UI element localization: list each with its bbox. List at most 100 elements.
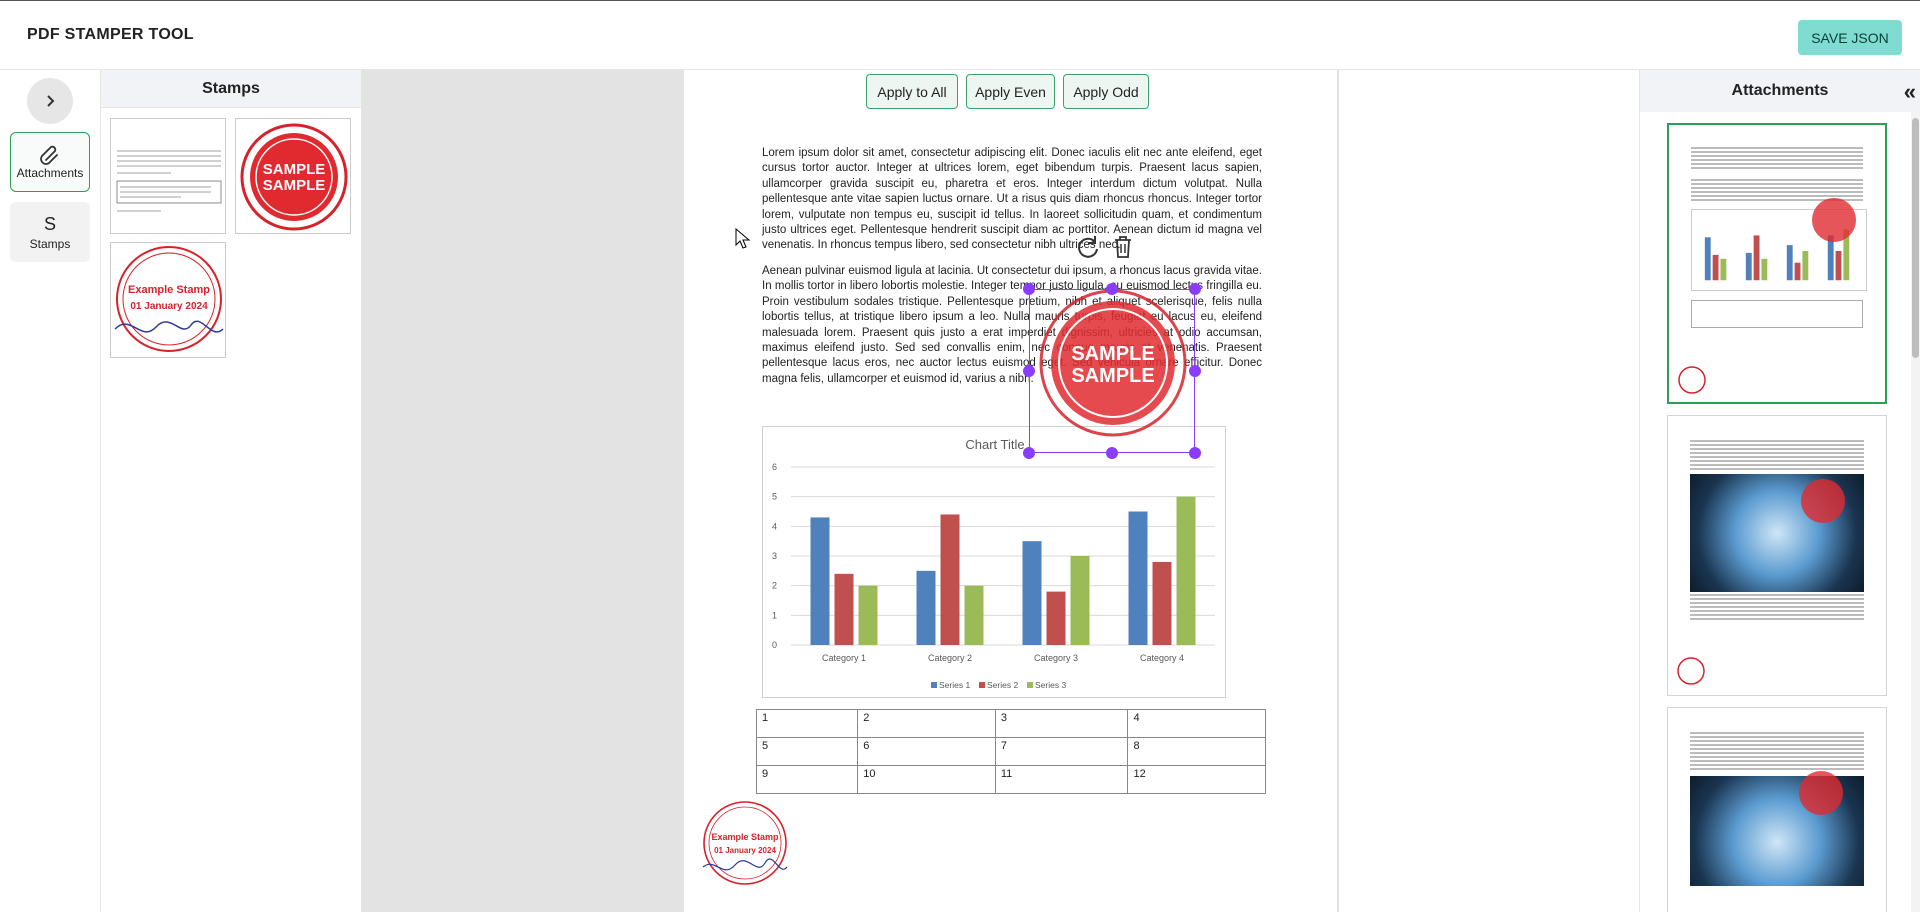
attachments-rail-label: Attachments	[16, 166, 84, 180]
data-table: 1 2 3 4 5 6 7 8 9 10 11 12	[755, 709, 1266, 794]
expand-rail-button[interactable]	[27, 78, 73, 124]
table-cell: 10	[857, 765, 996, 794]
table-row: 5678	[755, 737, 1266, 766]
bar-series-2	[834, 573, 854, 645]
trash-icon[interactable]	[1112, 235, 1134, 259]
sample-seal-icon: SAMPLE SAMPLE	[240, 123, 348, 231]
attachment-page-2[interactable]	[1667, 415, 1887, 696]
bar-series-3	[1070, 556, 1090, 645]
bar-chart: Chart Title 0 1 2 3 4 5 6 Category 1 Category 2 Ca…	[762, 426, 1226, 698]
attachments-rail-button[interactable]: Attachments	[10, 132, 90, 192]
stamp-text-document[interactable]	[110, 118, 226, 234]
bar-series-2	[1046, 591, 1066, 645]
rotate-icon[interactable]	[1075, 234, 1101, 260]
attachments-scrollbar[interactable]	[1911, 112, 1920, 912]
stamp-sample-seal[interactable]: SAMPLE SAMPLE	[235, 118, 351, 234]
chart-svg: Chart Title 0 1 2 3 4 5 6 Category 1 Category 2 Ca…	[772, 437, 1215, 690]
page-stamp-line1: Example Stamp	[711, 832, 779, 842]
mini-date-stamp-icon	[1677, 657, 1705, 685]
apply-odd-button[interactable]: Apply Odd	[1063, 74, 1149, 109]
resize-handle-n[interactable]	[1106, 283, 1118, 295]
resize-handle-sw[interactable]	[1023, 447, 1035, 459]
page-date-stamp[interactable]: Example Stamp 01 January 2024	[701, 799, 789, 887]
attachments-panel: Attachments «	[1639, 70, 1920, 912]
bar-series-2	[940, 514, 960, 645]
page-stamp-line2: 01 January 2024	[714, 846, 776, 855]
mini-sample-stamp-icon	[1812, 198, 1856, 242]
table-cell: 4	[1127, 709, 1266, 738]
seal-line1: SAMPLE	[263, 161, 326, 178]
table-cell: 1	[755, 709, 859, 738]
app-title: PDF STAMPER TOOL	[27, 26, 194, 43]
y-tick-label: 6	[772, 462, 777, 472]
attachment-page-1[interactable]	[1667, 123, 1887, 404]
table-cell: 7	[994, 737, 1129, 766]
table-cell: 5	[755, 737, 859, 766]
resize-handle-se[interactable]	[1189, 447, 1201, 459]
stamp-date[interactable]: Example Stamp 01 January 2024	[110, 242, 226, 358]
chevron-right-icon	[47, 95, 55, 107]
workspace: Apply to All Apply Even Apply Odd Lorem …	[362, 70, 1339, 912]
legend-swatch	[979, 682, 985, 688]
attachment-page-3[interactable]	[1667, 707, 1887, 912]
bar-series-1	[1022, 541, 1042, 645]
bar-series-1	[916, 570, 936, 645]
resize-handle-ne[interactable]	[1189, 283, 1201, 295]
y-tick-label: 5	[772, 492, 777, 502]
resize-handle-w[interactable]	[1023, 365, 1035, 377]
apply-all-button[interactable]: Apply to All	[866, 74, 958, 109]
stamps-rail-label: Stamps	[29, 236, 71, 251]
x-tick-label: Category 2	[928, 653, 972, 663]
mini-date-stamp-icon	[1678, 366, 1706, 394]
attachments-title: Attachments	[1731, 82, 1829, 99]
table-cell: 11	[994, 765, 1129, 794]
mouse-cursor-icon	[735, 228, 751, 249]
table-cell: 6	[857, 737, 996, 766]
x-tick-label: Category 4	[1140, 653, 1184, 663]
text-document-stamp-image	[116, 150, 222, 212]
seal-line2: SAMPLE	[263, 177, 326, 194]
table-cell: 3	[994, 709, 1129, 738]
legend-swatch	[1027, 682, 1033, 688]
y-tick-label: 1	[772, 610, 777, 620]
bar-series-3	[1176, 496, 1196, 645]
document-page: Apply to All Apply Even Apply Odd Lorem …	[684, 70, 1337, 912]
scrollbar-thumb[interactable]	[1912, 118, 1919, 358]
paperclip-icon	[40, 145, 58, 165]
stamps-letter-icon: S	[43, 213, 56, 234]
y-tick-label: 3	[772, 551, 777, 561]
resize-handle-nw[interactable]	[1023, 283, 1035, 295]
resize-handle-e[interactable]	[1189, 365, 1201, 377]
chart-title: Chart Title	[965, 437, 1024, 452]
table-cell: 2	[857, 709, 996, 738]
table-cell: 8	[1127, 737, 1266, 766]
y-tick-label: 2	[772, 581, 777, 591]
bar-series-1	[1128, 511, 1148, 645]
y-tick-label: 4	[772, 521, 777, 531]
x-tick-label: Category 3	[1034, 653, 1078, 663]
top-bar: PDF STAMPER TOOL SAVE JSON	[0, 0, 1920, 70]
legend-label: Series 2	[987, 680, 1018, 690]
table-row: 1234	[755, 709, 1266, 738]
table-row: 9 10 11 12	[755, 765, 1266, 794]
bar-series-3	[964, 585, 984, 645]
x-tick-label: Category 1	[822, 653, 866, 663]
paragraph-1: Lorem ipsum dolor sit amet, consectetur …	[762, 147, 1262, 252]
legend-label: Series 3	[1035, 680, 1066, 690]
resize-handle-s[interactable]	[1106, 447, 1118, 459]
stamp-selection-box[interactable]	[1029, 289, 1195, 453]
bar-series-1	[810, 517, 830, 645]
date-stamp-line2: 01 January 2024	[130, 301, 208, 312]
mini-sample-stamp-icon	[1801, 479, 1845, 523]
stamps-rail-button[interactable]: S Stamps	[10, 202, 90, 262]
y-tick-label: 0	[772, 640, 777, 650]
save-json-button[interactable]: SAVE JSON	[1798, 20, 1902, 55]
double-chevron-left-icon[interactable]: «	[1904, 79, 1916, 105]
stamps-panel-title: Stamps	[101, 70, 361, 108]
attachments-header: Attachments «	[1640, 70, 1920, 112]
stamps-panel: Stamps SAMPLE SAMPLE Example Stamp 01 Ja…	[100, 70, 362, 912]
table-cell: 9	[755, 765, 859, 794]
mini-sample-stamp-icon	[1799, 771, 1843, 815]
apply-even-button[interactable]: Apply Even	[966, 74, 1055, 109]
legend-label: Series 1	[939, 680, 970, 690]
